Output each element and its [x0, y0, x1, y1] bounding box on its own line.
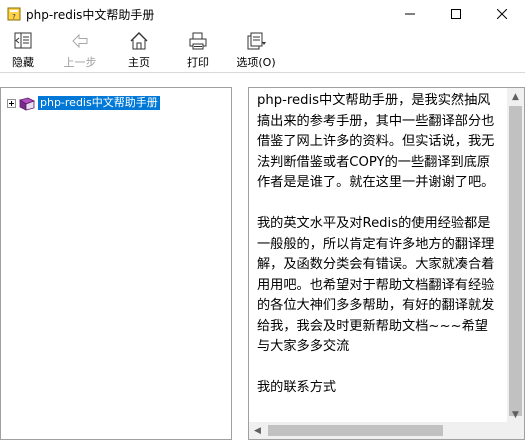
home-icon: [128, 30, 150, 52]
home-button[interactable]: 主页: [116, 28, 162, 72]
scroll-up-icon[interactable]: ▲: [507, 88, 524, 105]
svg-text:?: ?: [12, 13, 16, 21]
hide-label: 隐藏: [12, 56, 34, 69]
toolbar-divider: [0, 72, 525, 73]
scrollbar-corner: [507, 422, 524, 439]
minimize-icon: [405, 13, 415, 15]
book-icon: [19, 96, 35, 111]
home-label: 主页: [128, 56, 150, 69]
hide-pane-icon: [12, 30, 34, 52]
scroll-down-icon[interactable]: ▼: [507, 406, 524, 423]
vertical-scroll-thumb[interactable]: [509, 106, 522, 416]
printer-icon: [187, 30, 209, 52]
content-body: php-redis中文帮助手册，是我实然抽风搞出来的参考手册，其中一些翻译部分也…: [257, 91, 499, 419]
horizontal-scrollbar[interactable]: ◀ ▶: [249, 422, 524, 439]
vertical-scrollbar[interactable]: ▲ ▼: [507, 88, 524, 423]
close-icon: [497, 9, 507, 19]
content-pane[interactable]: php-redis中文帮助手册，是我实然抽风搞出来的参考手册，其中一些翻译部分也…: [248, 87, 525, 440]
help-book-icon: ?: [6, 6, 22, 22]
tree-item[interactable]: php-redis中文帮助手册: [7, 95, 160, 111]
window-title: php-redis中文帮助手册: [26, 8, 155, 22]
content-paragraph: 我的英文水平及对Redis的使用经验都是一般般的，所以肯定有许多地方的翻译理解，…: [257, 216, 495, 354]
hide-button[interactable]: 隐藏: [0, 28, 46, 72]
print-label: 打印: [187, 56, 209, 69]
tree-item-label[interactable]: php-redis中文帮助手册: [38, 96, 160, 110]
content-paragraph: php-redis中文帮助手册，是我实然抽风搞出来的参考手册，其中一些翻译部分也…: [257, 93, 495, 190]
print-button[interactable]: 打印: [175, 28, 221, 72]
close-button[interactable]: [479, 0, 525, 28]
back-button[interactable]: 上一步: [56, 28, 104, 72]
minimize-button[interactable]: [387, 0, 433, 28]
back-label: 上一步: [63, 56, 97, 69]
title-bar: ? php-redis中文帮助手册: [0, 0, 525, 28]
maximize-icon: [451, 9, 461, 19]
back-arrow-icon: [69, 30, 91, 52]
expand-icon[interactable]: [7, 98, 16, 108]
content-paragraph: 我的联系方式: [257, 380, 337, 395]
toolbar: 隐藏 上一步 主页 打印 选项(O): [0, 28, 525, 72]
navigation-pane[interactable]: php-redis中文帮助手册: [0, 87, 232, 440]
scroll-left-icon[interactable]: ◀: [249, 422, 266, 439]
maximize-button[interactable]: [433, 0, 479, 28]
horizontal-scroll-thumb[interactable]: [268, 425, 443, 436]
options-button[interactable]: 选项(O): [232, 28, 280, 72]
options-icon: [245, 30, 267, 52]
options-label: 选项(O): [236, 56, 276, 69]
